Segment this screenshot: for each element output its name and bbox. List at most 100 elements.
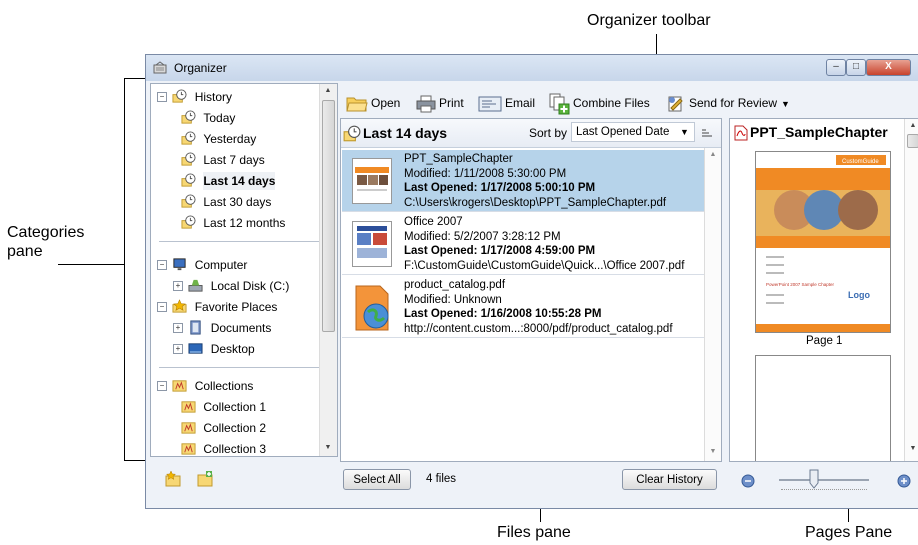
tree-item-label: Collection 2 [203,420,267,435]
zoom-slider-ticks [781,489,867,492]
print-button[interactable]: Print [416,92,464,114]
organizer-app-icon [153,61,167,74]
tree-item-collection-1[interactable]: Collection 1 [181,397,266,415]
favorites-star-icon [172,299,187,313]
tree-item-label: Documents [210,320,272,335]
expand-icon[interactable]: + [173,322,183,333]
file-thumbnail [352,221,392,267]
minimize-button[interactable]: – [826,59,846,76]
tree-item-local-disk[interactable]: + Local Disk (C:) [173,276,289,294]
file-last-opened: Last Opened: 1/16/2008 10:55:28 PM [404,308,602,320]
tree-collections[interactable]: − Collections [157,376,253,394]
sort-dropdown-value: Last Opened Date [576,126,670,138]
clear-history-button[interactable]: Clear History [622,469,717,490]
send-for-review-label: Send for Review [689,96,778,110]
file-last-opened: Last Opened: 1/17/2008 4:59:00 PM [404,245,596,257]
tree-item-last-14-days[interactable]: Last 14 days [181,171,276,190]
tree-item-collection-2[interactable]: Collection 2 [181,418,266,436]
dropdown-arrow-icon[interactable]: ▼ [781,99,790,109]
file-row[interactable]: PPT_SampleChapter Modified: 1/11/2008 5:… [342,150,704,212]
new-collection-icon[interactable] [196,470,214,488]
scroll-thumb[interactable] [322,100,335,332]
collapse-icon[interactable]: − [157,91,167,102]
file-name: Office 2007 [404,216,463,228]
tree-item-label: Local Disk (C:) [210,278,290,293]
collection-folder-icon [181,443,196,455]
thumb-logo2: Logo [848,290,870,300]
categories-pane: − History Today Yesterday Last 7 days La… [150,83,338,457]
combine-files-button[interactable]: Combine Files [548,92,650,115]
tree-computer[interactable]: − Computer [157,255,247,273]
zoom-slider-track[interactable] [779,479,869,481]
email-icon [478,96,502,112]
tree-item-today[interactable]: Today [181,108,235,126]
tree-item-collection-3[interactable]: Collection 3 [181,439,266,456]
zoom-slider-thumb[interactable] [809,469,819,489]
tree-history[interactable]: − History [157,87,232,105]
open-folder-icon [346,97,368,112]
history-clock-icon [172,89,187,103]
tree-computer-label: Computer [194,257,248,272]
maximize-button[interactable]: □ [846,59,866,76]
sort-order-icon[interactable] [701,127,713,139]
file-path: C:\Users\krogers\Desktop\PPT_SampleChapt… [404,196,667,209]
files-scrollbar[interactable]: ▲ ▼ [704,148,721,461]
collapse-icon[interactable]: − [157,380,167,391]
tree-item-last-30-days[interactable]: Last 30 days [181,192,271,210]
select-all-button[interactable]: Select All [343,469,411,490]
chevron-down-icon: ▼ [680,127,689,137]
collapse-icon[interactable]: − [157,259,167,270]
close-button[interactable]: X [866,59,911,76]
printer-icon [416,95,436,113]
scroll-up-arrow-icon[interactable]: ▲ [906,122,918,129]
tree-item-desktop[interactable]: + Desktop [173,339,255,357]
tree-favorite-places[interactable]: − Favorite Places [157,297,277,315]
scroll-up-arrow-icon[interactable]: ▲ [706,151,720,158]
tree-item-yesterday[interactable]: Yesterday [181,129,256,147]
clock-folder-icon [181,194,196,208]
email-button[interactable]: Email [478,92,535,114]
collapse-icon[interactable]: − [157,301,167,312]
send-for-review-button[interactable]: Send for Review ▼ [666,92,790,114]
open-label: Open [371,96,401,110]
callout-categories-pane: Categories pane [7,223,84,261]
zoom-in-icon[interactable] [897,474,911,488]
combine-files-icon [549,93,570,115]
sort-dropdown[interactable]: Last Opened Date ▼ [571,122,695,142]
tree-item-last-12-months[interactable]: Last 12 months [181,213,285,231]
categories-scrollbar[interactable]: ▲ ▼ [319,84,337,456]
tree-item-label: Today [203,110,236,125]
page-1-label: Page 1 [806,335,843,347]
pages-bottom-bar [729,465,918,505]
file-name: product_catalog.pdf [404,279,506,291]
window-title: Organizer [174,61,227,75]
title-bar: Organizer – □ X [146,55,918,81]
collection-folder-icon [172,380,187,392]
scroll-up-arrow-icon[interactable]: ▲ [321,87,335,94]
history-clock-icon [343,125,361,142]
scroll-thumb[interactable] [907,134,918,148]
new-favorite-folder-icon[interactable] [164,470,182,488]
page-thumbnail[interactable] [755,355,891,461]
documents-icon [190,320,201,335]
callout-files-pane: Files pane [497,524,571,541]
clock-folder-icon [181,131,196,145]
tree-item-last-7-days[interactable]: Last 7 days [181,150,265,168]
tree-item-documents[interactable]: + Documents [173,318,271,336]
pages-scrollbar[interactable]: ▲ ▼ [904,119,918,461]
scroll-down-arrow-icon[interactable]: ▼ [706,448,720,455]
file-thumbnail [352,284,390,331]
scroll-down-arrow-icon[interactable]: ▼ [321,444,335,451]
tree-item-label: Yesterday [203,131,257,146]
file-row[interactable]: product_catalog.pdf Modified: Unknown La… [342,276,704,338]
file-row[interactable]: Office 2007 Modified: 5/2/2007 3:28:12 P… [342,213,704,275]
scroll-down-arrow-icon[interactable]: ▼ [906,445,918,452]
zoom-out-icon[interactable] [741,474,755,488]
files-heading: Last 14 days [363,125,448,141]
open-button[interactable]: Open [346,92,400,114]
page-thumbnail[interactable]: CustomGuide PowerPoint 2007 Sample Chapt… [755,151,891,333]
expand-icon[interactable]: + [173,280,183,291]
pages-title: PPT_SampleChapter [750,124,888,140]
expand-icon[interactable]: + [173,343,183,354]
tree-history-label: History [194,89,233,104]
